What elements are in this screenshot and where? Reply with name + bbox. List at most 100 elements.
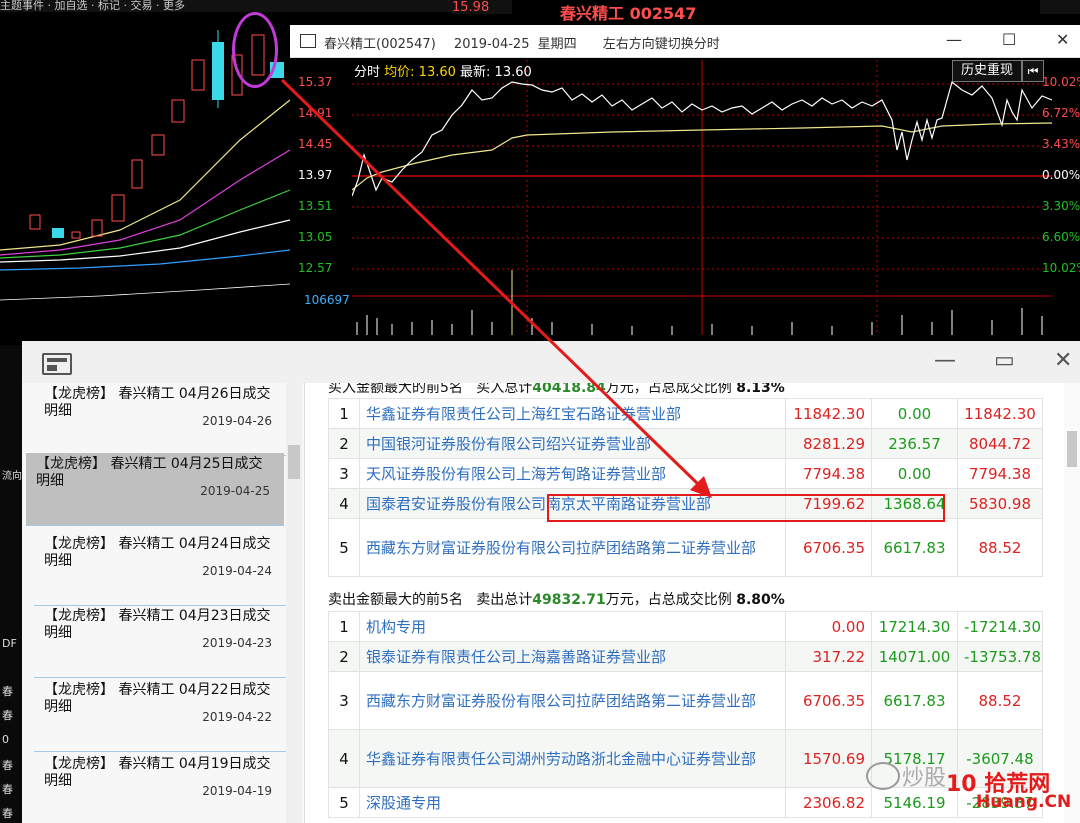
highlight-box [547,494,945,522]
buy-ratio: 8.13% [736,383,785,396]
report-item-title: 【龙虎榜】 春兴精工 04月19日成交 [44,756,271,772]
buy-section-title: 买入金额最大的前5名 [328,383,463,396]
background-left-label: 0 [2,733,9,746]
sell-amount-cell: 0.00 [871,458,958,489]
pct-level: 6.72% [1042,106,1080,120]
report-list-item-selected[interactable]: 【龙虎榜】 春兴精工 04月25日成交 明细 2019-04-25 [26,453,284,526]
sell-total-value: 49832.71 [532,592,606,608]
pct-level: 10.02% [1042,75,1080,89]
candle [71,231,81,239]
maximize-icon[interactable]: ☐ [1002,30,1016,49]
sidebar-scrollbar[interactable] [286,383,302,823]
sell-section-header: 卖出金额最大的前5名 卖出总计49832.71万元，占总成交比例 8.80% [328,589,785,609]
rewind-icon[interactable]: ⏮ [1022,60,1044,82]
rank-cell: 3 [328,458,360,489]
report-list-item[interactable]: 【龙虎榜】 春兴精工 04月23日成交 明细 2019-04-23 [34,605,286,678]
report-item-title: 【龙虎榜】 春兴精工 04月26日成交 [44,386,271,402]
table-row: 1 华鑫证券有限责任公司上海红宝石路证券营业部 11842.30 0.00 11… [328,398,1043,429]
minimize-icon[interactable]: — [946,30,962,49]
background-left-strip: DF 春 春 0 春 春 春 流向 [0,345,22,823]
broker-name-cell[interactable]: 中国银河证券股份有限公司绍兴证券营业部 [359,428,786,459]
price-level: 15.37 [298,75,333,89]
buy-amount-cell: 6706.35 [785,518,872,577]
report-item-subtitle: 明细 [36,473,64,489]
watermark: 炒股 10 拾荒网 Huang.CN [866,752,1076,818]
close-icon[interactable]: ✕ [1056,30,1069,49]
volume-bars [356,270,1043,335]
report-item-date: 2019-04-26 [202,414,272,428]
pct-level: 3.43% [1042,137,1080,151]
broker-name-cell[interactable]: 西藏东方财富证券股份有限公司拉萨团结路第二证券营业部 [359,671,786,730]
background-left-label: DF [2,637,17,650]
minimize-icon[interactable]: — [934,348,956,373]
broker-name-cell[interactable]: 深股通专用 [359,787,786,818]
candle [29,214,41,230]
table-row: 2 银泰证券有限责任公司上海嘉善路证券营业部 317.22 14071.00 -… [328,641,1043,672]
report-list-sidebar[interactable]: 【龙虎榜】 春兴精工 04月26日成交 明细 2019-04-26 【龙虎榜】 … [22,383,305,823]
intraday-chart [352,60,1052,335]
latest-price-label: 最新: 13.60 [460,65,532,80]
broker-name-cell[interactable]: 机构专用 [359,611,786,642]
broker-name-cell[interactable]: 西藏东方财富证券股份有限公司拉萨团结路第二证券营业部 [359,518,786,577]
intraday-window[interactable]: 春兴精工(002547) 2019-04-25 星期四 左右方向键切换分时 — … [290,25,1080,345]
broker-name-cell[interactable]: 天风证券股份有限公司上海芳甸路证券营业部 [359,458,786,489]
report-list-item[interactable]: 【龙虎榜】 春兴精工 04月26日成交 明细 2019-04-26 [34,383,286,456]
dragon-tiger-titlebar[interactable]: — ▭ ✕ [22,341,1080,383]
table-row: 3 西藏东方财富证券股份有限公司拉萨团结路第二证券营业部 6706.35 661… [328,671,1043,730]
report-item-subtitle: 明细 [44,403,72,419]
report-item-title: 【龙虎榜】 春兴精工 04月22日成交 [44,682,271,698]
report-item-subtitle: 明细 [44,699,72,715]
broker-name-cell[interactable]: 银泰证券有限责任公司上海嘉善路证券营业部 [359,641,786,672]
detail-scroll-thumb[interactable] [1067,431,1077,467]
candle [52,228,64,238]
rank-cell: 5 [328,787,360,818]
rank-cell: 1 [328,611,360,642]
report-item-date: 2019-04-24 [202,564,272,578]
buy-amount-cell: 7794.38 [785,458,872,489]
report-list-item[interactable]: 【龙虎榜】 春兴精工 04月19日成交 明细 2019-04-19 [34,753,286,823]
report-list-item[interactable]: 【龙虎榜】 春兴精工 04月22日成交 明细 2019-04-22 [34,679,286,752]
rank-cell: 4 [328,729,360,788]
rank-cell: 3 [328,671,360,730]
price-level: 13.97 [298,168,333,182]
sidebar-scroll-thumb[interactable] [288,445,300,479]
intraday-header-label: 分时 [354,65,381,80]
pct-level: 3.30% [1042,199,1080,213]
intraday-titlebar[interactable]: 春兴精工(002547) 2019-04-25 星期四 左右方向键切换分时 — … [290,25,1080,58]
rank-cell: 2 [328,428,360,459]
background-side-text: 流向 [2,471,22,482]
price-level: 14.45 [298,137,333,151]
sell-amount-cell: 6617.83 [871,671,958,730]
table-row: 1 机构专用 0.00 17214.30 -17214.30 [328,611,1043,642]
dragon-tiger-window[interactable]: — ▭ ✕ 【龙虎榜】 春兴精工 04月26日成交 明细 2019-04-26 … [22,341,1080,823]
price-level: 12.57 [298,261,333,275]
watermark-site: Huang.CN [976,792,1072,812]
net-amount-cell: -17214.30 [957,611,1043,642]
maximize-icon[interactable]: ▭ [994,348,1015,373]
net-amount-cell: 11842.30 [957,398,1043,429]
volume-label: 106697 [304,293,350,307]
report-list-item[interactable]: 【龙虎榜】 春兴精工 04月24日成交 明细 2019-04-24 [34,533,286,606]
buy-table: 1 华鑫证券有限责任公司上海红宝石路证券营业部 11842.30 0.00 11… [328,398,1043,577]
candle [91,219,103,237]
candle [191,59,205,91]
price-level: 13.51 [298,199,333,213]
sell-total-label: 卖出总计 [476,592,533,608]
candle [151,134,165,156]
background-stock-title: 春兴精工 002547 [560,4,697,23]
buy-amount-cell: 0.00 [785,611,872,642]
buy-total-label: 买入总计 [476,383,533,396]
history-replay-button[interactable]: 历史重现 [952,60,1022,82]
broker-name-cell[interactable]: 华鑫证券有限责任公司湖州劳动路浙北金融中心证券营业部 [359,729,786,788]
window-app-icon [300,34,316,48]
circle-annotation [232,12,278,88]
ma-line-magenta [0,149,291,256]
net-amount-cell: -13753.78 [957,641,1043,672]
report-item-subtitle: 明细 [44,553,72,569]
rank-cell: 5 [328,518,360,577]
broker-name-cell[interactable]: 华鑫证券有限责任公司上海红宝石路证券营业部 [359,398,786,429]
buy-total-suffix: 万元，占总成交比例 [605,383,732,396]
background-left-label: 春 [2,709,13,722]
report-item-date: 2019-04-23 [202,636,272,650]
close-icon[interactable]: ✕ [1054,348,1072,373]
